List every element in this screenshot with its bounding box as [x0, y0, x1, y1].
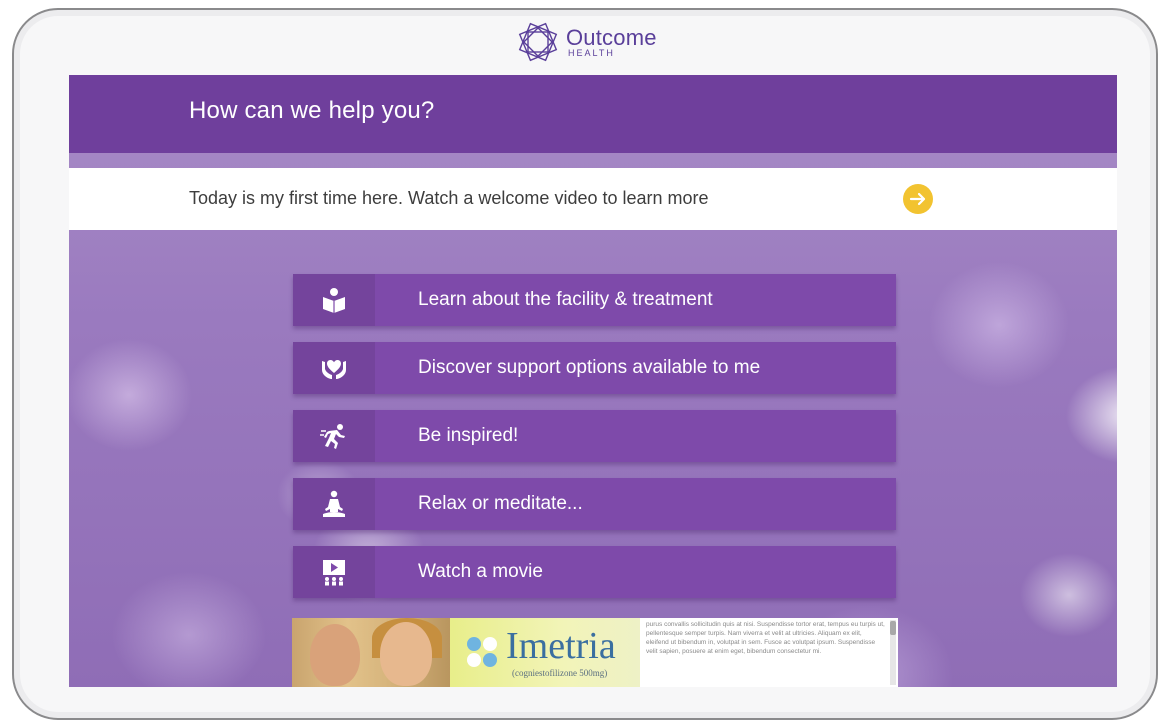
welcome-arrow-button[interactable] [903, 184, 933, 214]
menu-item-label: Relax or meditate... [418, 493, 583, 514]
ad-brand-subtitle: (cogniestofilizone 500mg) [512, 668, 608, 678]
menu-item-inspired[interactable]: Be inspired! [293, 410, 896, 462]
ad-brand-panel: Imetria (cogniestofilizone 500mg) [450, 618, 640, 687]
ad-couple-photo [292, 618, 450, 687]
menu-item-learn[interactable]: Learn about the facility & treatment [293, 274, 896, 326]
menu-item-relax[interactable]: Relax or meditate... [293, 478, 896, 530]
menu-item-label: Learn about the facility & treatment [418, 289, 713, 310]
ad-scrollbar-thumb[interactable] [890, 621, 896, 635]
brand-sub: HEALTH [568, 47, 615, 58]
menu-item-label: Discover support options available to me [418, 357, 761, 378]
welcome-banner[interactable]: Today is my first time here. Watch a wel… [69, 168, 1117, 230]
open-book-icon [323, 288, 345, 313]
arrow-right-icon [909, 192, 926, 206]
header-bar: How can we help you? [69, 75, 1117, 153]
page-title: How can we help you? [189, 97, 435, 124]
lotus-logo-icon [518, 22, 558, 62]
menu-item-label: Watch a movie [418, 561, 543, 582]
movie-theater-icon [323, 560, 345, 586]
ad-brand-name: Imetria [506, 625, 616, 667]
ad-body-text: purus convallis sollicitudin quis at nis… [646, 621, 885, 655]
imetria-ad-banner[interactable]: Imetria (cogniestofilizone 500mg) purus … [292, 618, 898, 687]
brand-name: Outcome [566, 24, 657, 50]
meditation-icon [323, 490, 345, 517]
hands-heart-icon [322, 360, 346, 379]
kiosk-screen: How can we help you? Today is my first t… [69, 75, 1117, 687]
outcome-health-logo: Outcome HEALTH [514, 18, 657, 66]
menu-item-label: Be inspired! [418, 425, 519, 446]
running-person-icon [320, 424, 345, 449]
molecule-logo-icon [467, 637, 497, 667]
menu-item-support[interactable]: Discover support options available to me [293, 342, 896, 394]
menu-item-movie[interactable]: Watch a movie [293, 546, 896, 598]
welcome-text: Today is my first time here. Watch a wel… [189, 188, 709, 208]
